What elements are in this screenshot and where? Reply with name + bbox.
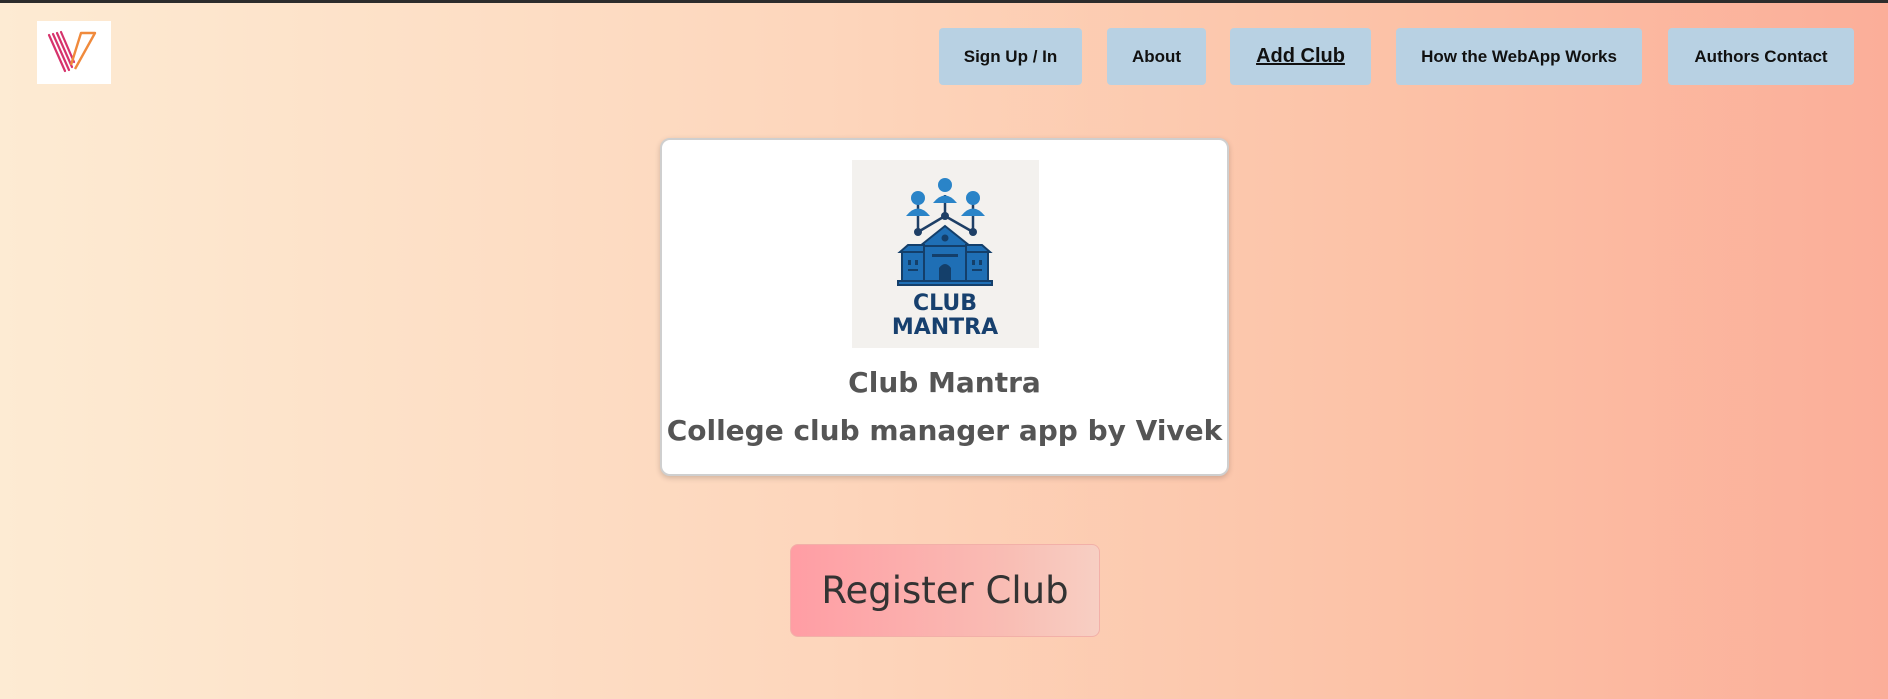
about-button[interactable]: About — [1107, 28, 1206, 85]
logo-text-club: CLUB — [913, 291, 977, 316]
how-webapp-works-button[interactable]: How the WebApp Works — [1396, 28, 1642, 85]
club-mantra-logo-icon: CLUB MANTRA — [892, 178, 998, 340]
register-club-button[interactable]: Register Club — [790, 544, 1100, 637]
add-club-button[interactable]: Add Club — [1230, 28, 1371, 85]
app-info-card: CLUB MANTRA Club Mantra College club man… — [660, 138, 1229, 476]
club-mantra-logo: CLUB MANTRA — [852, 160, 1039, 348]
sign-up-in-button[interactable]: Sign Up / In — [939, 28, 1082, 85]
logo-text-mantra: MANTRA — [892, 315, 998, 340]
authors-contact-button[interactable]: Authors Contact — [1668, 28, 1854, 85]
app-title: Club Mantra — [848, 366, 1041, 399]
top-navigation: Sign Up / In About Add Club How the WebA… — [0, 28, 1888, 86]
app-subtitle: College club manager app by Vivek — [666, 414, 1223, 447]
